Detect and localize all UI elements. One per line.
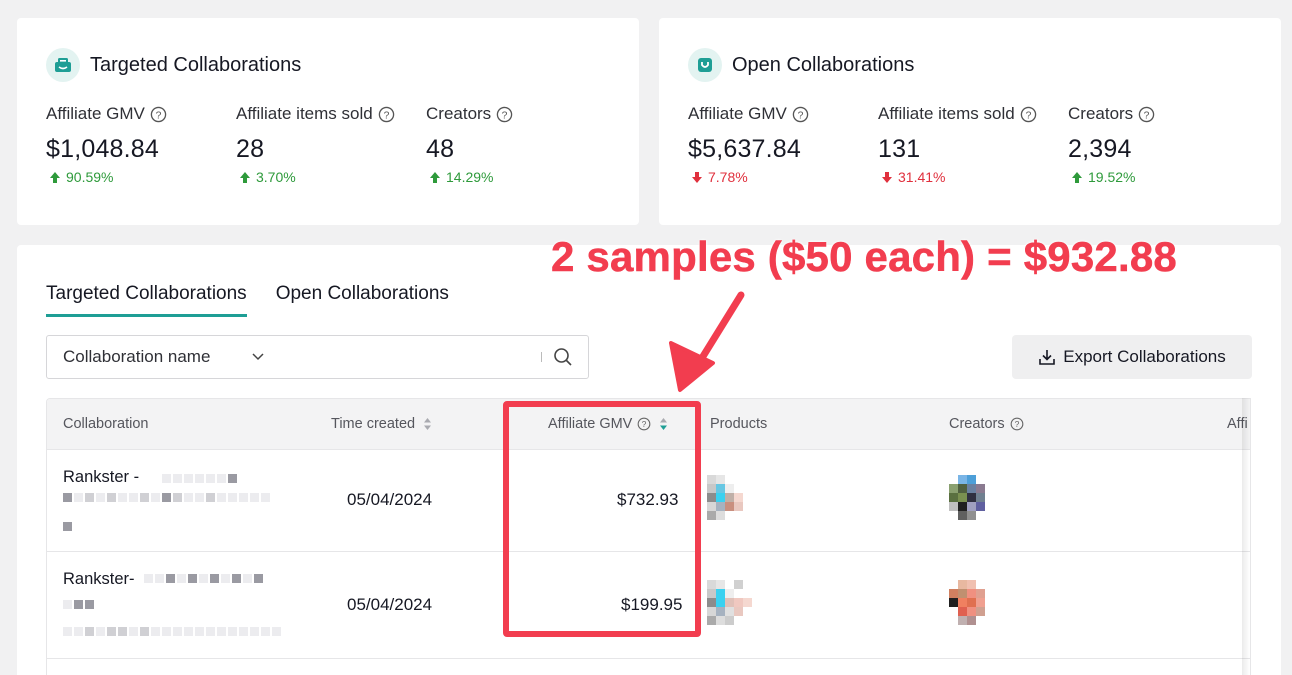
arrow-down-icon	[692, 171, 702, 183]
metric-creators: Creators ? 48 14.29%	[426, 104, 513, 185]
help-icon[interactable]: ?	[792, 106, 809, 123]
download-icon	[1039, 350, 1056, 365]
metric-items-sold: Affiliate items sold ? 131 31.41%	[878, 104, 1037, 185]
targeted-collaborations-card: Targeted Collaborations Affiliate GMV ? …	[17, 18, 639, 225]
search-bar: Collaboration name	[46, 335, 589, 379]
metric-delta: 19.52%	[1088, 169, 1136, 185]
annotation-text: 2 samples ($50 each) = $932.88	[551, 233, 1177, 281]
arrow-up-icon	[430, 171, 440, 183]
search-field-select[interactable]: Collaboration name	[47, 347, 277, 367]
shopping-bag-icon	[688, 48, 722, 82]
search-input[interactable]	[277, 336, 541, 378]
metric-label: Creators	[1068, 104, 1134, 123]
collaboration-tabs: Targeted Collaborations Open Collaborati…	[46, 283, 478, 317]
metric-value: 131	[878, 135, 921, 163]
collaboration-name[interactable]: Rankster-	[63, 570, 135, 589]
collab-badge-icon	[46, 48, 80, 82]
redacted-text	[144, 574, 263, 583]
redacted-text	[63, 600, 94, 609]
card-title: Targeted Collaborations	[90, 53, 302, 76]
metric-label: Creators	[426, 104, 492, 123]
collaboration-name[interactable]: Rankster -	[63, 468, 139, 487]
svg-text:?: ?	[798, 110, 804, 121]
tab-targeted-collaborations[interactable]: Targeted Collaborations	[46, 283, 247, 317]
svg-text:?: ?	[383, 110, 389, 121]
svg-text:?: ?	[502, 110, 508, 121]
metric-label: Affiliate items sold	[236, 104, 373, 123]
arrow-up-icon	[50, 171, 60, 183]
search-field-select-value: Collaboration name	[63, 347, 211, 366]
metric-delta: 7.78%	[708, 169, 748, 185]
metric-affiliate-gmv: Affiliate GMV ? $5,637.84 7.78%	[688, 104, 809, 185]
help-icon[interactable]: ?	[496, 106, 513, 123]
redacted-text	[63, 627, 281, 636]
card-header: Targeted Collaborations	[46, 48, 301, 82]
help-icon[interactable]: ?	[1020, 106, 1037, 123]
svg-text:?: ?	[1025, 110, 1031, 121]
svg-text:?: ?	[156, 110, 162, 121]
column-header-label: Time created	[331, 416, 416, 432]
help-icon[interactable]: ?	[1010, 417, 1024, 431]
arrow-down-icon	[882, 171, 892, 183]
search-icon[interactable]	[552, 346, 574, 368]
column-header-label: Products	[710, 416, 768, 432]
metric-delta: 14.29%	[446, 169, 494, 185]
export-collaborations-button[interactable]: Export Collaborations	[1012, 335, 1252, 379]
metric-delta: 31.41%	[898, 169, 946, 185]
metric-label: Affiliate items sold	[878, 104, 1015, 123]
metric-label: Affiliate GMV	[688, 104, 787, 123]
column-header-time-created[interactable]: Time created	[331, 399, 432, 449]
metric-creators: Creators ? 2,394 19.52%	[1068, 104, 1155, 185]
card-title: Open Collaborations	[732, 53, 915, 76]
help-icon[interactable]: ?	[378, 106, 395, 123]
column-header-products: Products	[710, 399, 767, 449]
table-row[interactable]	[47, 658, 1250, 675]
arrow-up-icon	[240, 171, 250, 183]
column-header-creators: Creators ?	[949, 399, 1024, 449]
open-collaborations-card: Open Collaborations Affiliate GMV ? $5,6…	[659, 18, 1281, 225]
time-created: 05/04/2024	[347, 490, 433, 509]
tab-open-collaborations[interactable]: Open Collaborations	[276, 283, 449, 317]
horizontal-scroll-shadow	[1242, 398, 1250, 675]
redacted-text	[162, 474, 237, 483]
search-divider	[541, 352, 542, 362]
metric-value: $5,637.84	[688, 135, 802, 163]
metric-value: $1,048.84	[46, 135, 160, 163]
help-icon[interactable]: ?	[1138, 106, 1155, 123]
metric-delta: 3.70%	[256, 169, 296, 185]
redacted-text	[63, 493, 270, 502]
help-icon[interactable]: ?	[150, 106, 167, 123]
metric-delta: 90.59%	[66, 169, 114, 185]
product-thumbnail[interactable]	[707, 475, 761, 520]
card-header: Open Collaborations	[688, 48, 914, 82]
redacted-text	[63, 522, 72, 531]
metric-items-sold: Affiliate items sold ? 28 3.70%	[236, 104, 395, 185]
svg-text:?: ?	[1014, 419, 1019, 429]
metric-value: 2,394	[1068, 135, 1132, 163]
metric-affiliate-gmv: Affiliate GMV ? $1,048.84 90.59%	[46, 104, 167, 185]
metric-value: 28	[236, 135, 265, 163]
product-thumbnail[interactable]	[707, 580, 761, 625]
creator-avatars[interactable]	[949, 475, 1003, 520]
column-header-label: Collaboration	[63, 416, 149, 432]
svg-text:?: ?	[1144, 110, 1150, 121]
arrow-up-icon	[1072, 171, 1082, 183]
export-label: Export Collaborations	[1063, 347, 1226, 366]
creator-avatars[interactable]	[949, 580, 1003, 625]
column-header-label: Creators	[949, 416, 1005, 432]
metric-value: 48	[426, 135, 455, 163]
column-header-collaboration: Collaboration	[63, 399, 148, 449]
time-created: 05/04/2024	[347, 595, 433, 614]
metric-label: Affiliate GMV	[46, 104, 145, 123]
chevron-down-icon	[252, 353, 264, 361]
sort-icon[interactable]	[423, 417, 432, 431]
annotation-highlight-box	[503, 401, 701, 637]
